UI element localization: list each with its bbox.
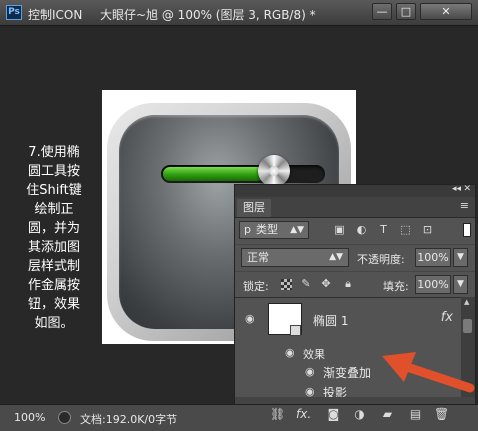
fill-label: 填充: bbox=[383, 280, 409, 293]
slider-fill bbox=[163, 167, 264, 181]
search-icon: p bbox=[244, 223, 251, 236]
filter-kind-select[interactable]: p 类型 ▲▼ bbox=[239, 221, 309, 239]
instruction-line: 钮，效果 bbox=[27, 297, 80, 312]
metal-knob bbox=[258, 155, 290, 187]
layer-name[interactable]: 椭圆 1 bbox=[313, 312, 348, 329]
opacity-label: 不透明度: bbox=[357, 253, 405, 266]
panel-tabs: 图层 ≡ bbox=[235, 197, 475, 218]
instruction-line: 圆，并为 bbox=[27, 221, 80, 236]
fill-dropdown-icon[interactable]: ▼ bbox=[453, 275, 468, 294]
lock-transparency-icon[interactable] bbox=[281, 279, 292, 290]
lock-all-icon[interactable]: 🔒︎ bbox=[341, 277, 355, 291]
lock-position-icon[interactable]: ✥ bbox=[319, 277, 333, 291]
fill-input[interactable]: 100% bbox=[415, 275, 451, 294]
instruction-line: 如图。 bbox=[34, 316, 74, 331]
opacity-input[interactable]: 100% bbox=[415, 248, 451, 267]
instruction-line: 住Shift键 bbox=[26, 183, 82, 198]
instruction-line: 7.使用椭 bbox=[28, 145, 80, 160]
scroll-up-icon[interactable]: ▲ bbox=[464, 298, 469, 306]
lock-row: 锁定: ✎ ✥ 🔒︎ 填充: 100% ▼ bbox=[235, 271, 475, 297]
photoshop-logo: Ps bbox=[6, 5, 22, 20]
type-filter-icon[interactable]: T bbox=[377, 223, 390, 236]
add-mask-icon[interactable]: ◙ bbox=[326, 407, 341, 422]
layer-filter-row: p 类型 ▲▼ ▣ ◐ T ⬚ ⊡ bbox=[235, 218, 475, 244]
instruction-line: 绘制正 bbox=[34, 202, 74, 217]
instruction-line: 圆工具按 bbox=[27, 164, 80, 179]
filter-kind-label: 类型 bbox=[256, 223, 278, 236]
link-layers-icon[interactable]: ⛓ bbox=[270, 407, 285, 422]
smart-object-filter-icon[interactable]: ⊡ bbox=[421, 223, 434, 236]
blend-mode-value: 正常 bbox=[247, 251, 269, 264]
maximize-button[interactable]: □ bbox=[396, 3, 416, 20]
chevron-down-icon: ▲▼ bbox=[329, 252, 343, 262]
lock-label: 锁定: bbox=[243, 280, 269, 293]
app-title: 控制ICON bbox=[28, 8, 83, 22]
instruction-line: 层样式制 bbox=[27, 259, 80, 274]
minimize-button[interactable]: — bbox=[372, 3, 392, 20]
collapse-panel-icon[interactable]: ◂◂ bbox=[452, 184, 461, 194]
adjustment-filter-icon[interactable]: ◐ bbox=[355, 223, 368, 236]
close-panel-icon[interactable]: ✕ bbox=[463, 184, 471, 194]
panel-header-strip: ◂◂ ✕ bbox=[235, 184, 475, 197]
layer-row[interactable]: ◉ 椭圆 1 fx bbox=[235, 298, 461, 340]
annotation-arrow bbox=[382, 352, 475, 393]
effect-gradient-overlay[interactable]: 渐变叠加 bbox=[323, 364, 371, 381]
title-bar: Ps 控制ICON 大眼仔~旭 @ 100% (图层 3, RGB/8) * —… bbox=[0, 0, 478, 26]
blend-mode-select[interactable]: 正常 ▲▼ bbox=[241, 248, 349, 267]
blend-row: 正常 ▲▼ 不透明度: 100% ▼ bbox=[235, 244, 475, 270]
document-title[interactable]: 大眼仔~旭 @ 100% (图层 3, RGB/8) * bbox=[100, 6, 316, 23]
panel-menu-icon[interactable]: ≡ bbox=[460, 199, 469, 212]
instruction-line: 其添加图 bbox=[27, 240, 80, 255]
effects-eye-icon[interactable]: ◉ bbox=[285, 346, 295, 359]
fx-icon[interactable]: fx bbox=[441, 310, 453, 325]
instruction-line: 作金属按 bbox=[27, 278, 80, 293]
zoom-level[interactable]: 100% bbox=[14, 411, 45, 424]
image-filter-icon[interactable]: ▣ bbox=[333, 223, 346, 236]
add-style-icon[interactable]: fx. bbox=[296, 407, 311, 422]
status-info-icon[interactable] bbox=[58, 411, 71, 424]
vector-mask-icon bbox=[290, 325, 301, 336]
document-info[interactable]: 文档:192.0K/0字节 bbox=[80, 411, 177, 427]
dropdown-arrows-icon: ▲▼ bbox=[290, 225, 304, 235]
slider-track bbox=[161, 165, 325, 183]
visibility-eye-icon[interactable]: ◉ bbox=[245, 312, 255, 325]
adjustment-layer-icon[interactable]: ◑ bbox=[352, 407, 367, 422]
close-button[interactable]: ✕ bbox=[420, 3, 472, 20]
lock-pixels-icon[interactable]: ✎ bbox=[299, 277, 313, 291]
tab-layers[interactable]: 图层 bbox=[237, 199, 271, 217]
effects-label[interactable]: 效果 bbox=[303, 346, 325, 362]
filter-toggle[interactable] bbox=[463, 223, 471, 237]
opacity-dropdown-icon[interactable]: ▼ bbox=[453, 248, 468, 267]
instruction-text: 7.使用椭 圆工具按 住Shift键 绘制正 圆，并为 其添加图 层样式制 作金… bbox=[18, 143, 90, 333]
shape-filter-icon[interactable]: ⬚ bbox=[399, 223, 412, 236]
gradient-overlay-eye-icon[interactable]: ◉ bbox=[305, 365, 315, 378]
scroll-thumb[interactable] bbox=[463, 319, 472, 333]
